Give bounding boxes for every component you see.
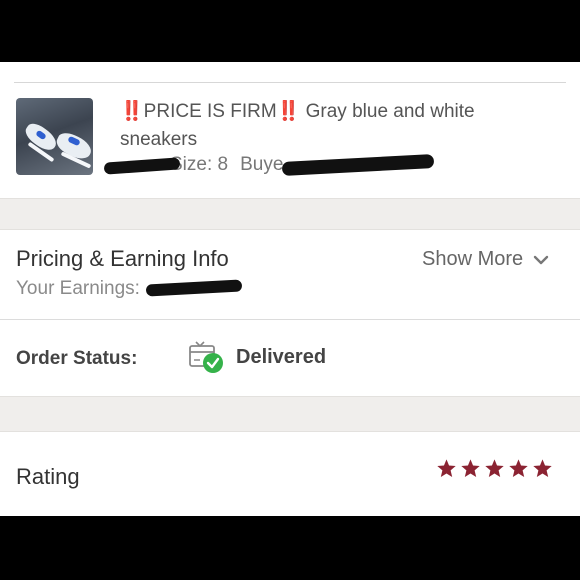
top-divider xyxy=(14,82,566,83)
earnings-label: Your Earnings: xyxy=(16,278,140,299)
package-delivered-icon xyxy=(189,341,223,373)
section-separator xyxy=(0,198,580,230)
listing-title-prefix: PRICE IS FIRM xyxy=(143,101,277,122)
section-separator xyxy=(0,396,580,432)
star-icon[interactable] xyxy=(532,458,553,479)
rating-stars[interactable] xyxy=(436,458,553,479)
pricing-section-title: Pricing & Earning Info xyxy=(16,246,229,271)
show-more-button[interactable]: Show More xyxy=(422,248,549,271)
buyer-label: Buye xyxy=(240,154,284,175)
double-exclamation-icon: ‼️ xyxy=(120,101,144,122)
redaction-scribble xyxy=(145,279,243,297)
listing-thumbnail[interactable] xyxy=(16,98,93,175)
listing-title[interactable]: ‼️ PRICE IS FIRM‼️ Gray blue and white sn… xyxy=(120,98,550,154)
rating-label: Rating xyxy=(16,464,80,489)
star-icon[interactable] xyxy=(460,458,481,479)
order-detail-screen: ‼️ PRICE IS FIRM‼️ Gray blue and white sn… xyxy=(0,62,580,516)
show-more-label: Show More xyxy=(422,248,524,270)
chevron-down-icon xyxy=(533,255,549,264)
divider xyxy=(0,319,580,320)
double-exclamation-icon: ‼️ xyxy=(276,101,301,122)
star-icon[interactable] xyxy=(484,458,505,479)
order-status-value: Delivered xyxy=(236,346,327,368)
order-status-label: Order Status: xyxy=(16,348,138,369)
star-icon[interactable] xyxy=(436,458,457,479)
star-icon[interactable] xyxy=(508,458,529,479)
bottom-bar xyxy=(0,516,580,580)
